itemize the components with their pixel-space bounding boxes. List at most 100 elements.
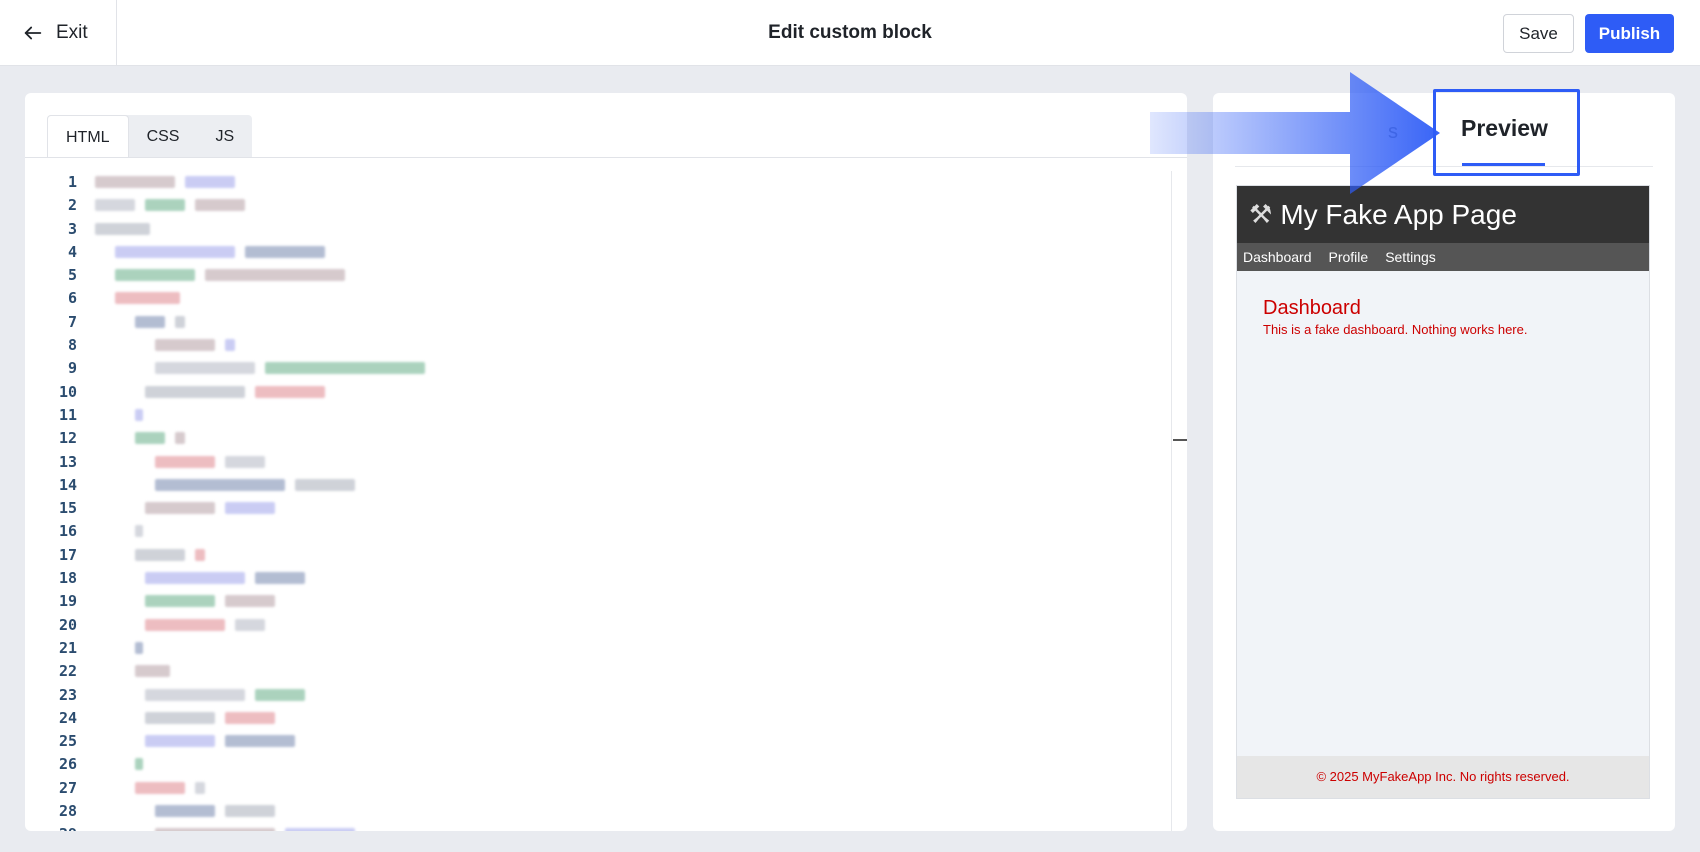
blurred-code-token bbox=[95, 222, 150, 235]
code-line bbox=[95, 241, 1175, 264]
blurred-code-token bbox=[175, 432, 185, 445]
tab-css[interactable]: CSS bbox=[129, 115, 198, 158]
blurred-code-token bbox=[95, 199, 135, 212]
fake-app-footer: © 2025 MyFakeApp Inc. No rights reserved… bbox=[1237, 756, 1649, 798]
fake-app-text: This is a fake dashboard. Nothing works … bbox=[1263, 322, 1528, 337]
line-number: 8 bbox=[67, 336, 77, 355]
code-line bbox=[95, 381, 1175, 404]
code-line bbox=[95, 800, 1175, 823]
line-number: 22 bbox=[58, 662, 77, 681]
line-number-gutter: 1 2 3 4 5 6 7 8 9 10 11 12 13 14 15 16 17 18 19 20 21 22 23 24 2… bbox=[25, 171, 77, 831]
code-line bbox=[95, 567, 1175, 590]
tab-html[interactable]: HTML bbox=[47, 115, 129, 158]
code-line bbox=[95, 171, 1175, 194]
blurred-code-token bbox=[145, 572, 245, 585]
fake-app-body: Dashboard This is a fake dashboard. Noth… bbox=[1237, 271, 1649, 337]
editor-scrollbar[interactable] bbox=[1171, 171, 1172, 831]
blurred-code-token bbox=[225, 455, 265, 468]
scroll-indicator bbox=[1173, 439, 1187, 441]
code-area[interactable] bbox=[95, 171, 1175, 831]
line-number: 16 bbox=[58, 522, 77, 541]
code-line bbox=[95, 474, 1175, 497]
preview-tab-highlight bbox=[1433, 89, 1580, 176]
blurred-code-token bbox=[285, 828, 355, 831]
blurred-code-token bbox=[205, 269, 345, 282]
code-line bbox=[95, 194, 1175, 217]
code-line bbox=[95, 287, 1175, 310]
line-number: 14 bbox=[58, 475, 77, 494]
code-line bbox=[95, 823, 1175, 831]
code-line bbox=[95, 451, 1175, 474]
arrow-left-icon bbox=[24, 26, 42, 40]
line-number: 25 bbox=[58, 732, 77, 751]
blurred-code-token bbox=[155, 455, 215, 468]
code-line bbox=[95, 777, 1175, 800]
code-line bbox=[95, 614, 1175, 637]
blurred-code-token bbox=[155, 828, 275, 831]
blurred-code-token bbox=[225, 711, 275, 724]
blurred-code-token bbox=[135, 548, 185, 561]
code-line bbox=[95, 404, 1175, 427]
line-number: 20 bbox=[58, 615, 77, 634]
line-number: 29 bbox=[25, 823, 77, 831]
line-number: 1 bbox=[67, 173, 77, 191]
top-bar: Exit Edit custom block Save Publish bbox=[0, 0, 1700, 66]
code-line bbox=[95, 707, 1175, 730]
line-number: 5 bbox=[67, 266, 77, 285]
fake-nav-settings[interactable]: Settings bbox=[1385, 249, 1436, 265]
code-line bbox=[95, 660, 1175, 683]
line-number: 3 bbox=[67, 219, 77, 238]
blurred-code-token bbox=[155, 805, 215, 818]
fake-nav-profile[interactable]: Profile bbox=[1329, 249, 1369, 265]
line-number: 15 bbox=[58, 499, 77, 518]
line-number: 24 bbox=[58, 708, 77, 727]
blurred-code-token bbox=[135, 665, 170, 678]
blurred-code-token bbox=[135, 641, 143, 654]
blurred-code-token bbox=[135, 315, 165, 328]
tabs-divider bbox=[25, 157, 1187, 158]
blurred-code-token bbox=[255, 385, 325, 398]
blurred-code-token bbox=[255, 688, 305, 701]
code-line bbox=[95, 637, 1175, 660]
blurred-code-token bbox=[145, 735, 215, 748]
blurred-code-token bbox=[95, 176, 175, 188]
blurred-code-token bbox=[295, 478, 355, 491]
blurred-code-token bbox=[225, 735, 295, 748]
blurred-code-token bbox=[225, 595, 275, 608]
blurred-code-token bbox=[115, 292, 180, 305]
tab-js[interactable]: JS bbox=[197, 115, 252, 158]
editor-tabs: HTML CSS JS bbox=[47, 115, 253, 158]
save-button[interactable]: Save bbox=[1503, 14, 1574, 53]
blurred-code-token bbox=[145, 711, 215, 724]
line-number: 17 bbox=[58, 545, 77, 564]
code-line bbox=[95, 218, 1175, 241]
blurred-code-token bbox=[135, 408, 143, 421]
exit-button[interactable]: Exit bbox=[0, 0, 117, 66]
line-number: 10 bbox=[58, 382, 77, 401]
code-line bbox=[95, 590, 1175, 613]
fake-app-title: My Fake App Page bbox=[1280, 198, 1517, 230]
blurred-code-token bbox=[255, 572, 305, 585]
preview-frame: ⚒ My Fake App Page Dashboard Profile Set… bbox=[1236, 185, 1650, 799]
tab-settings-partial[interactable]: s bbox=[1388, 121, 1398, 144]
line-number: 2 bbox=[67, 196, 77, 215]
blurred-code-token bbox=[145, 385, 245, 398]
blurred-code-token bbox=[185, 176, 235, 188]
code-line bbox=[95, 497, 1175, 520]
fake-nav-dashboard[interactable]: Dashboard bbox=[1243, 249, 1312, 265]
blurred-code-token bbox=[135, 781, 185, 794]
blurred-code-token bbox=[135, 758, 143, 771]
publish-button[interactable]: Publish bbox=[1585, 14, 1674, 53]
blurred-code-token bbox=[225, 805, 275, 818]
blurred-code-token bbox=[195, 548, 205, 561]
line-number: 9 bbox=[67, 359, 77, 378]
blurred-code-token bbox=[155, 478, 285, 491]
blurred-code-token bbox=[155, 362, 255, 375]
code-editor-panel: HTML CSS JS 1 2 3 4 5 6 7 8 9 10 11 12 13 14 15 16 17 18 1… bbox=[25, 93, 1187, 831]
line-number: 7 bbox=[67, 312, 77, 331]
code-line bbox=[95, 544, 1175, 567]
line-number: 18 bbox=[58, 569, 77, 588]
line-number: 23 bbox=[58, 685, 77, 704]
line-number: 28 bbox=[58, 802, 77, 821]
line-number: 27 bbox=[58, 778, 77, 797]
